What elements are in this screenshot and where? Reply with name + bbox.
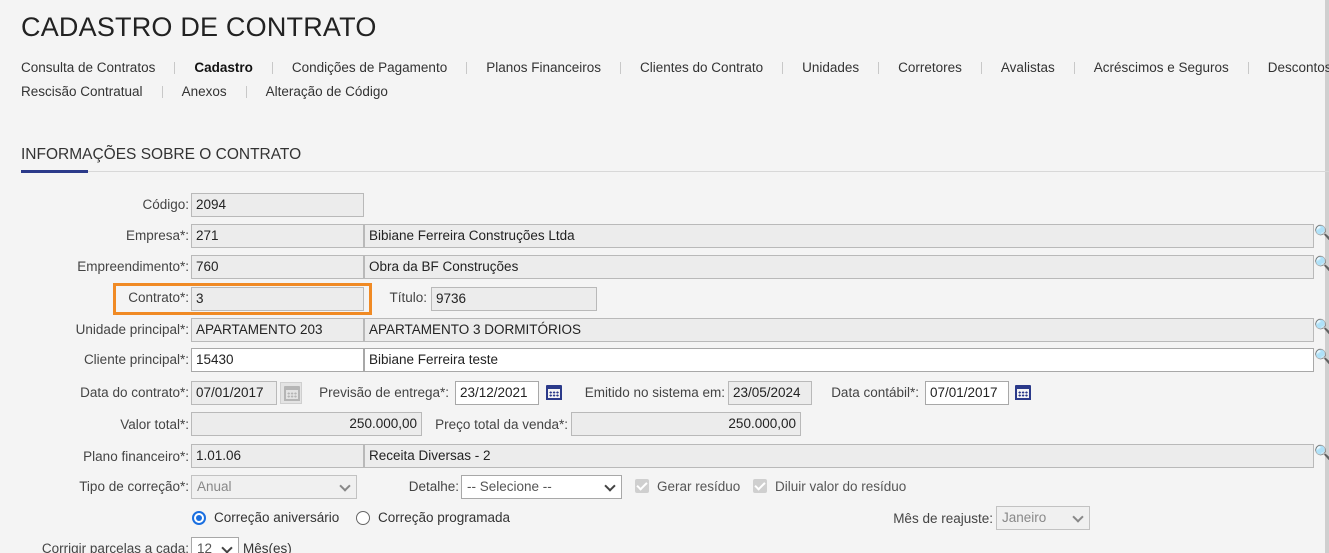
tipo-correcao-select[interactable]: Anual bbox=[191, 475, 357, 499]
tab-cadastro[interactable]: Cadastro bbox=[194, 60, 253, 75]
gerar-residuo-checkbox[interactable] bbox=[635, 479, 649, 493]
valor-total-field: 250.000,00 bbox=[191, 412, 422, 436]
data-contrato-field: 07/01/2017 bbox=[191, 381, 277, 405]
tab-separator bbox=[245, 85, 247, 98]
tab-alteracao-codigo[interactable]: Alteração de Código bbox=[266, 84, 388, 99]
gerar-residuo-label: Gerar resíduo bbox=[657, 479, 741, 494]
corrigir-parcelas-unit: Mês(es) bbox=[243, 541, 292, 553]
emitido-sistema-label: Emitido no sistema em: bbox=[584, 385, 725, 400]
unidade-principal-code-field: APARTAMENTO 203 bbox=[191, 318, 364, 342]
tab-separator bbox=[1073, 61, 1075, 74]
unidade-search-icon: 🔍 bbox=[1314, 318, 1329, 334]
page-title: CADASTRO DE CONTRATO bbox=[21, 12, 377, 42]
unidade-principal-name-field: APARTAMENTO 3 DORMITÓRIOS bbox=[364, 318, 1314, 342]
tab-separator bbox=[980, 61, 982, 74]
empreendimento-name-field: Obra da BF Construções bbox=[364, 255, 1314, 279]
tab-unidades[interactable]: Unidades bbox=[802, 60, 859, 75]
cliente-search-icon[interactable]: 🔍 bbox=[1314, 348, 1329, 372]
correcao-programada-radio[interactable] bbox=[356, 511, 370, 525]
corrigir-parcelas-value: 12 bbox=[197, 541, 213, 553]
previsao-entrega-calendar-icon[interactable] bbox=[543, 382, 565, 404]
cliente-principal-name-field: Bibiane Ferreira teste bbox=[364, 348, 1314, 372]
tab-consulta-contratos[interactable]: Consulta de Contratos bbox=[21, 60, 155, 75]
detalhe-value: -- Selecione -- bbox=[467, 479, 552, 494]
preco-total-venda-label: Preço total da venda*: bbox=[435, 417, 568, 432]
preco-total-venda-field: 250.000,00 bbox=[571, 412, 801, 436]
section-divider-accent bbox=[21, 170, 88, 173]
corrigir-parcelas-select[interactable]: 12 bbox=[191, 537, 239, 553]
codigo-label: Código: bbox=[142, 197, 189, 212]
mes-reajuste-label: Mês de reajuste: bbox=[893, 511, 993, 526]
empresa-label: Empresa*: bbox=[125, 228, 189, 243]
unidade-principal-label: Unidade principal*: bbox=[75, 322, 189, 337]
titulo-label: Título: bbox=[389, 290, 427, 305]
plano-financeiro-code-field: 1.01.06 bbox=[191, 444, 364, 468]
contrato-field: 3 bbox=[191, 287, 364, 311]
chevron-down-icon bbox=[1072, 511, 1084, 523]
tab-separator bbox=[174, 61, 176, 74]
data-contabil-calendar-icon[interactable] bbox=[1012, 382, 1034, 404]
diluir-residuo-label: Diluir valor do resíduo bbox=[775, 479, 907, 494]
tabs-row-2: Rescisão Contratual Anexos Alteração de … bbox=[21, 84, 388, 99]
valor-total-label: Valor total*: bbox=[120, 417, 189, 432]
tab-separator bbox=[782, 61, 784, 74]
tabs-row-1: Consulta de Contratos Cadastro Condições… bbox=[21, 60, 1329, 75]
chevron-down-icon bbox=[604, 480, 616, 492]
codigo-field: 2094 bbox=[191, 193, 364, 217]
tab-separator bbox=[271, 61, 273, 74]
previsao-entrega-input[interactable]: 23/12/2021 bbox=[455, 381, 539, 405]
empreendimento-label: Empreendimento*: bbox=[77, 259, 189, 274]
tab-separator bbox=[1247, 61, 1249, 74]
tipo-correcao-value: Anual bbox=[197, 479, 232, 494]
tab-avalistas[interactable]: Avalistas bbox=[1001, 60, 1055, 75]
empresa-search-icon: 🔍 bbox=[1314, 224, 1329, 240]
tab-separator bbox=[466, 61, 468, 74]
data-contrato-calendar-icon bbox=[280, 382, 302, 404]
empreendimento-search-icon: 🔍 bbox=[1314, 255, 1329, 271]
plano-financeiro-label: Plano financeiro*: bbox=[83, 449, 189, 464]
tab-separator bbox=[878, 61, 880, 74]
corrigir-parcelas-label: Corrigir parcelas a cada: bbox=[41, 541, 189, 553]
data-contabil-label: Data contábil*: bbox=[831, 385, 919, 400]
tab-separator bbox=[161, 85, 163, 98]
empresa-code-field: 271 bbox=[191, 224, 364, 248]
tab-acrescimos-seguros[interactable]: Acréscimos e Seguros bbox=[1094, 60, 1229, 75]
previsao-entrega-label: Previsão de entrega*: bbox=[319, 385, 449, 400]
cliente-principal-code-input[interactable]: 15430 bbox=[191, 348, 364, 372]
tab-corretores[interactable]: Corretores bbox=[898, 60, 962, 75]
section-title: INFORMAÇÕES SOBRE O CONTRATO bbox=[21, 146, 302, 163]
contrato-label: Contrato*: bbox=[128, 290, 189, 305]
tipo-correcao-label: Tipo de correção*: bbox=[79, 479, 189, 494]
tab-rescisao-contratual[interactable]: Rescisão Contratual bbox=[21, 84, 143, 99]
plano-search-icon: 🔍 bbox=[1314, 444, 1329, 460]
mes-reajuste-select[interactable]: Janeiro bbox=[996, 506, 1090, 530]
detalhe-label: Detalhe: bbox=[408, 479, 459, 494]
empresa-name-field: Bibiane Ferreira Construções Ltda bbox=[364, 224, 1314, 248]
titulo-field: 9736 bbox=[431, 287, 597, 311]
chevron-down-icon bbox=[339, 480, 351, 492]
plano-financeiro-name-field: Receita Diversas - 2 bbox=[364, 444, 1314, 468]
tab-anexos[interactable]: Anexos bbox=[182, 84, 227, 99]
detalhe-select[interactable]: -- Selecione -- bbox=[461, 475, 622, 499]
empreendimento-code-field: 760 bbox=[191, 255, 364, 279]
emitido-sistema-field: 23/05/2024 bbox=[728, 381, 812, 405]
diluir-residuo-checkbox[interactable] bbox=[753, 479, 767, 493]
tab-clientes-contrato[interactable]: Clientes do Contrato bbox=[640, 60, 763, 75]
section-divider bbox=[21, 171, 1329, 172]
tab-descontos[interactable]: Descontos bbox=[1268, 60, 1329, 75]
correcao-aniversario-label: Correção aniversário bbox=[214, 510, 340, 525]
mes-reajuste-value: Janeiro bbox=[1002, 510, 1047, 525]
data-contabil-input[interactable]: 07/01/2017 bbox=[925, 381, 1009, 405]
tab-separator bbox=[620, 61, 622, 74]
correcao-aniversario-radio[interactable] bbox=[192, 511, 206, 525]
correcao-programada-label: Correção programada bbox=[378, 510, 511, 525]
tab-condicoes-pagamento[interactable]: Condições de Pagamento bbox=[292, 60, 447, 75]
chevron-down-icon bbox=[221, 542, 233, 553]
tab-planos-financeiros[interactable]: Planos Financeiros bbox=[486, 60, 601, 75]
cliente-principal-label: Cliente principal*: bbox=[83, 352, 189, 367]
data-contrato-label: Data do contrato*: bbox=[80, 385, 189, 400]
